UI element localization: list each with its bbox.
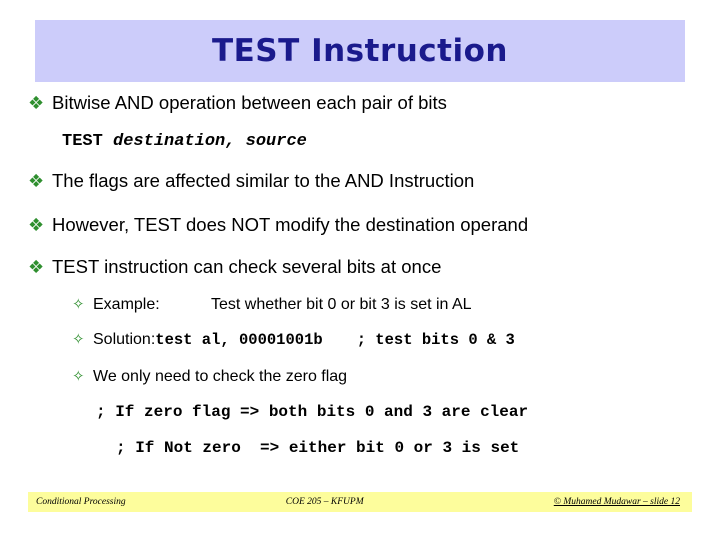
solution-label: Solution: [93, 331, 156, 348]
sub-bullet-solution: ✧ Solution:test al, 00001001b ; test bits… [0, 331, 720, 368]
diamond-bullet-icon: ❖ [28, 171, 45, 192]
footer-copyright-text: © Muhamed Mudawar – slide 12 [553, 497, 680, 507]
star-bullet-icon: ✧ [72, 295, 85, 313]
bullet-item-1: ❖ Bitwise AND operation between each pai… [0, 92, 720, 130]
star-bullet-icon: ✧ [72, 330, 85, 348]
bullet-item-3-label: However, TEST does NOT modify the destin… [52, 214, 529, 235]
bullet-item-3: ❖ However, TEST does NOT modify the dest… [0, 214, 720, 256]
bullet-item-4: ❖ TEST instruction can check several bit… [0, 256, 720, 296]
footer-left-text: Conditional Processing [36, 497, 126, 507]
diamond-bullet-icon: ❖ [28, 93, 45, 114]
bullet-item-1-label: Bitwise AND operation between each pair … [52, 92, 447, 113]
sub-bullet-zero-flag-label: We only need to check the zero flag [93, 368, 348, 385]
sub-bullet-zero-flag: ✧ We only need to check the zero flag [0, 368, 720, 403]
slide-body: ❖ Bitwise AND operation between each pai… [0, 92, 720, 475]
code-comment-line-1: ; If zero flag => both bits 0 and 3 are … [96, 403, 529, 421]
sub-bullet-example-content: Example: Test whether bit 0 or bit 3 is s… [93, 296, 472, 314]
solution-comment: ; test bits 0 & 3 [356, 331, 515, 349]
solution-code: test al, 00001001b [155, 331, 323, 349]
code-comment-line-2: ; If Not zero => either bit 0 or 3 is se… [116, 439, 520, 457]
syntax-mnemonic: TEST [62, 132, 103, 151]
example-text: Test whether bit 0 or bit 3 is set in AL [211, 296, 472, 313]
example-label: Example: [93, 296, 160, 313]
sub-bullet-example: ✧ Example: Test whether bit 0 or bit 3 is… [0, 296, 720, 331]
bullet-item-2-label: The flags are affected similar to the AN… [52, 170, 475, 191]
bullet-item-4-label: TEST instruction can check several bits … [52, 256, 442, 277]
instruction-syntax-line: TEST destination, source [0, 130, 720, 170]
footer: Conditional Processing COE 205 – KFUPM ©… [28, 492, 692, 512]
diamond-bullet-icon: ❖ [28, 215, 45, 236]
diamond-bullet-icon: ❖ [28, 257, 45, 278]
footer-center-text: COE 205 – KFUPM [285, 497, 364, 507]
page-title: TEST Instruction [211, 33, 508, 69]
star-bullet-icon: ✧ [72, 367, 85, 385]
slide-title-banner: TEST Instruction [35, 20, 685, 82]
sub-bullet-solution-content: Solution:test al, 00001001b ; test bits 0… [93, 331, 515, 350]
bullet-item-2: ❖ The flags are affected similar to the … [0, 170, 720, 214]
syntax-operands: destination, source [113, 132, 307, 151]
